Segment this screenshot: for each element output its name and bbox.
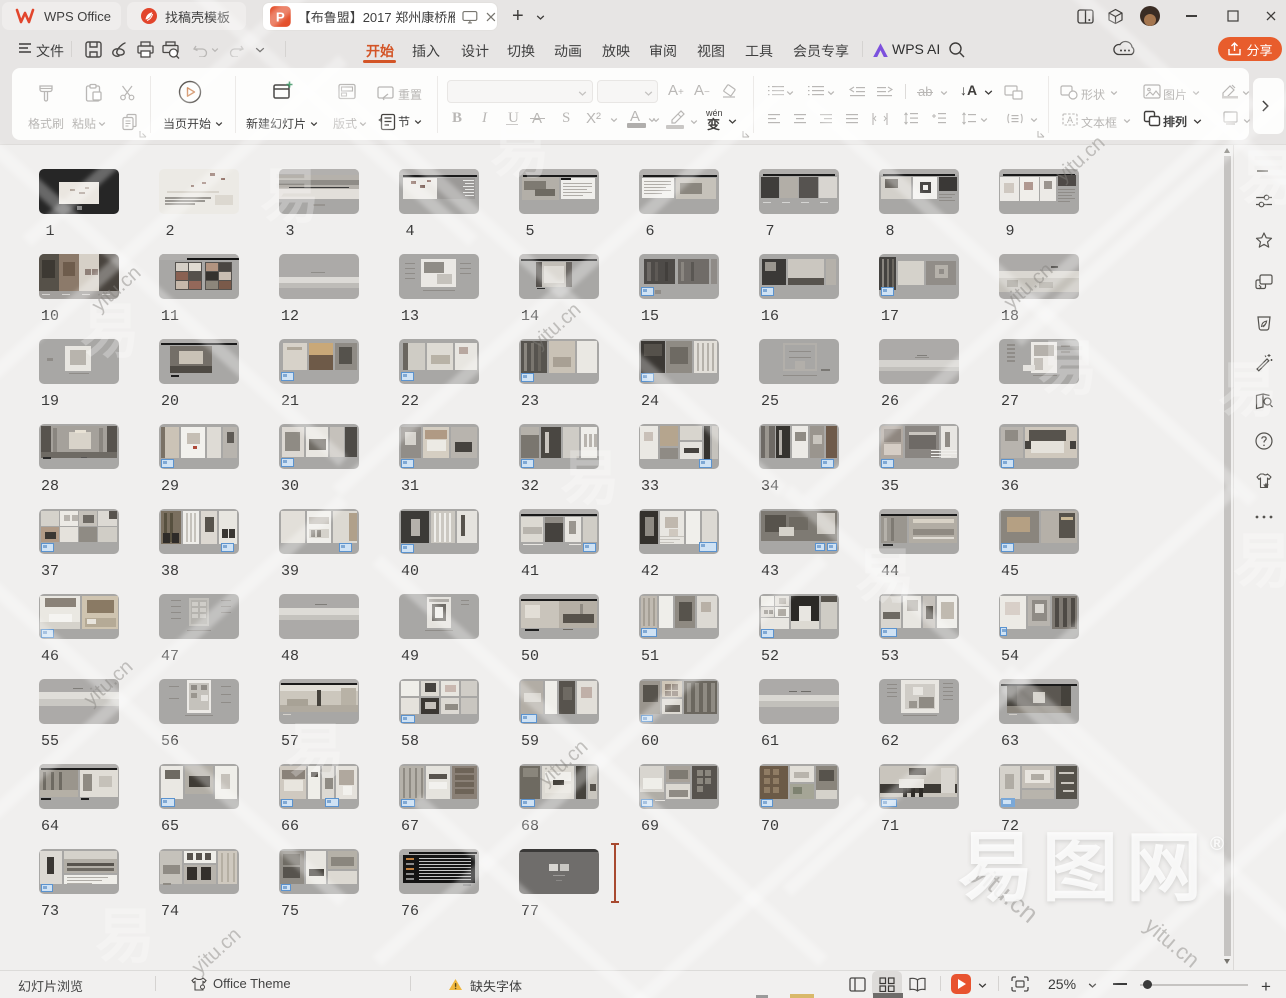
- svg-text:A: A: [1067, 115, 1073, 125]
- svg-text:P: P: [276, 9, 285, 24]
